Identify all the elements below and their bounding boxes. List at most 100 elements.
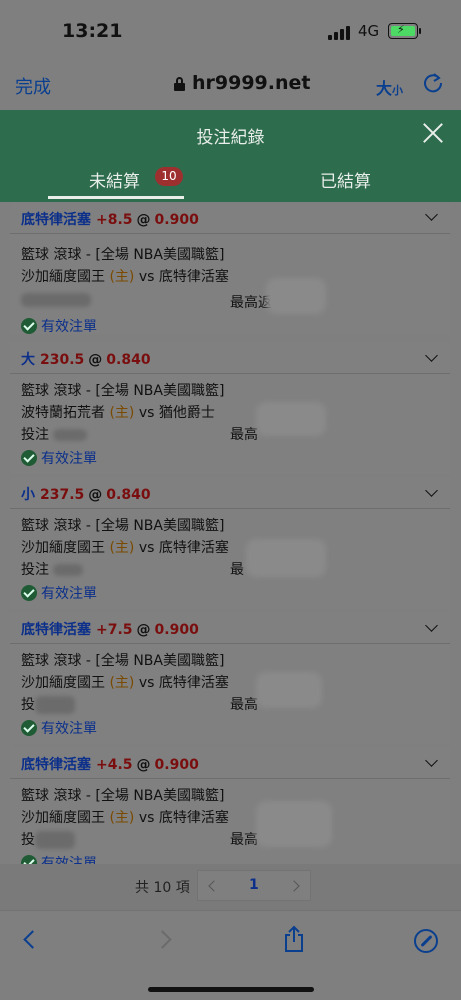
bet-selection: 底特律活塞 +8.5 @0.900 xyxy=(21,212,199,228)
done-button[interactable]: 完成 xyxy=(15,73,51,99)
pagination: 共 10 項 1 xyxy=(0,864,461,910)
bet-odds: 0.840 xyxy=(106,487,151,503)
current-page[interactable]: 1 xyxy=(249,877,259,893)
tab-settled[interactable]: 已結算 xyxy=(320,167,371,192)
bet-card: 小 237.5 @0.840 籃球 滾球 - [全場 NBA美國職籃] 沙加緬度國王… xyxy=(10,477,450,609)
chevron-down-icon[interactable] xyxy=(425,484,438,497)
bet-match: 沙加緬度國王 (主) vs 底特律活塞 xyxy=(21,540,229,556)
battery-icon: ⚡ xyxy=(388,23,418,39)
bet-line: 230.5 xyxy=(40,352,85,368)
check-circle-icon xyxy=(21,585,37,601)
share-icon[interactable] xyxy=(283,925,305,953)
status-bar: 13:21 4G ⚡ xyxy=(0,0,461,60)
redacted-amount xyxy=(246,539,326,577)
close-icon[interactable] xyxy=(422,122,444,144)
status-time: 13:21 xyxy=(62,20,123,42)
bet-line: +8.5 xyxy=(96,212,133,228)
bet-card-header[interactable]: 底特律活塞 +7.5 @0.900 xyxy=(10,612,450,644)
home-indicator xyxy=(148,987,314,992)
back-icon[interactable] xyxy=(23,930,42,949)
bet-match: 波特蘭拓荒者 (主) vs 猶他爵士 xyxy=(21,405,215,421)
chevron-down-icon[interactable] xyxy=(425,349,438,362)
bet-league: 籃球 滾球 - [全場 NBA美國職籃] xyxy=(21,518,225,534)
bet-stake: 投注 xyxy=(21,424,88,444)
redacted-stake xyxy=(53,429,88,441)
bet-max-return: 最 xyxy=(230,562,244,578)
bet-max-return: 最高 xyxy=(230,427,258,443)
bet-selection: 小 237.5 @0.840 xyxy=(21,487,151,503)
check-circle-icon xyxy=(21,855,37,864)
page-controls: 1 xyxy=(197,870,311,901)
bet-stake: 投注 xyxy=(21,559,84,579)
bet-status: 有效注單 xyxy=(21,853,97,864)
redacted-stake xyxy=(35,831,75,849)
total-count: 共 10 項 xyxy=(135,880,190,896)
bet-card: 底特律活塞 +7.5 @0.900 籃球 滾球 - [全場 NBA美國職籃] 沙加緬… xyxy=(10,612,450,744)
chevron-right-icon[interactable] xyxy=(288,880,300,892)
bet-selection: 大 230.5 @0.840 xyxy=(21,352,151,368)
bet-status: 有效注單 xyxy=(21,448,97,468)
reload-icon[interactable] xyxy=(422,72,444,94)
check-circle-icon xyxy=(21,318,37,334)
bet-card-body: 籃球 滾球 - [全場 NBA美國職籃] 波特蘭拓荒者 (主) vs 猶他爵士 … xyxy=(10,374,450,474)
check-circle-icon xyxy=(21,720,37,736)
chevron-left-icon[interactable] xyxy=(208,880,220,892)
bet-card-header[interactable]: 小 237.5 @0.840 xyxy=(10,477,450,509)
redacted-stake xyxy=(53,564,84,576)
chevron-down-icon[interactable] xyxy=(425,208,438,221)
unsettled-count-badge: 10 xyxy=(155,167,183,186)
bet-max-return: 最高 xyxy=(230,697,258,713)
bet-odds: 0.900 xyxy=(154,757,199,773)
network-type: 4G xyxy=(358,22,380,40)
redacted-stake xyxy=(35,696,75,714)
bet-stake: 投 xyxy=(21,694,75,714)
bet-odds: 0.900 xyxy=(154,212,199,228)
chevron-down-icon[interactable] xyxy=(425,754,438,767)
bet-line: +4.5 xyxy=(96,757,133,773)
browser-toolbar xyxy=(0,910,461,1000)
modal-title: 投注紀錄 xyxy=(196,128,265,148)
bet-league: 籃球 滾球 - [全場 NBA美國職籃] xyxy=(21,383,225,399)
bet-card-body: 籃球 滾球 - [全場 NBA美國職籃] 沙加緬度國王 (主) vs 底特律活塞… xyxy=(10,509,450,609)
bet-match: 沙加緬度國王 (主) vs 底特律活塞 xyxy=(21,810,229,826)
text-size-button[interactable]: 大小 xyxy=(376,75,403,99)
forward-icon[interactable] xyxy=(153,930,172,949)
bet-list[interactable]: 底特律活塞 +8.5 @0.900 籃球 滾球 - [全場 NBA美國職籃] 沙加緬… xyxy=(0,202,461,864)
bet-card-header[interactable]: 底特律活塞 +8.5 @0.900 xyxy=(10,204,450,234)
bet-league: 籃球 滾球 - [全場 NBA美國職籃] xyxy=(21,788,225,804)
bet-stake xyxy=(21,292,91,308)
text-size-small-label: 小 xyxy=(392,84,404,97)
bet-card-body: 籃球 滾球 - [全場 NBA美國職籃] 沙加緬度國王 (主) vs 底特律活塞… xyxy=(10,644,450,744)
bet-odds: 0.840 xyxy=(106,352,151,368)
active-tab-indicator xyxy=(48,196,184,199)
bet-league: 籃球 滾球 - [全場 NBA美國職籃] xyxy=(21,247,225,263)
bet-status: 有效注單 xyxy=(21,316,97,336)
bet-card-body: 籃球 滾球 - [全場 NBA美國職籃] 沙加緬度國王 (主) vs 底特律活塞… xyxy=(10,779,450,864)
lock-icon xyxy=(174,77,185,91)
bet-selection: 底特律活塞 +7.5 @0.900 xyxy=(21,622,199,638)
bet-card: 底特律活塞 +4.5 @0.900 籃球 滾球 - [全場 NBA美國職籃] 沙加緬… xyxy=(10,747,450,864)
bet-card-body: 籃球 滾球 - [全場 NBA美國職籃] 沙加緬度國王 (主) vs 底特律活塞… xyxy=(10,234,450,336)
bet-line: 237.5 xyxy=(40,487,85,503)
chevron-down-icon[interactable] xyxy=(425,619,438,632)
bet-match: 沙加緬度國王 (主) vs 底特律活塞 xyxy=(21,675,229,691)
bet-card-header[interactable]: 大 230.5 @0.840 xyxy=(10,342,450,374)
bet-status: 有效注單 xyxy=(21,583,97,603)
redacted-stake xyxy=(21,293,91,307)
browser-address-bar: 完成 hr9999.net 大小 xyxy=(0,60,461,110)
redacted-amount xyxy=(256,672,322,708)
bet-line: +7.5 xyxy=(96,622,133,638)
compass-icon[interactable] xyxy=(414,929,438,953)
bet-max-return: 最高 xyxy=(230,832,258,848)
redacted-amount xyxy=(266,278,326,314)
bet-card: 底特律活塞 +8.5 @0.900 籃球 滾球 - [全場 NBA美國職籃] 沙加緬… xyxy=(10,204,450,336)
signal-icon xyxy=(328,24,354,40)
bet-status: 有效注單 xyxy=(21,718,97,738)
redacted-amount xyxy=(256,402,326,436)
tab-unsettled[interactable]: 未結算 xyxy=(89,167,140,192)
bet-selection: 底特律活塞 +4.5 @0.900 xyxy=(21,757,199,773)
url-field[interactable]: hr9999.net xyxy=(192,72,311,94)
bet-league: 籃球 滾球 - [全場 NBA美國職籃] xyxy=(21,653,225,669)
bet-card-header[interactable]: 底特律活塞 +4.5 @0.900 xyxy=(10,747,450,779)
battery-cap-icon xyxy=(419,28,421,34)
